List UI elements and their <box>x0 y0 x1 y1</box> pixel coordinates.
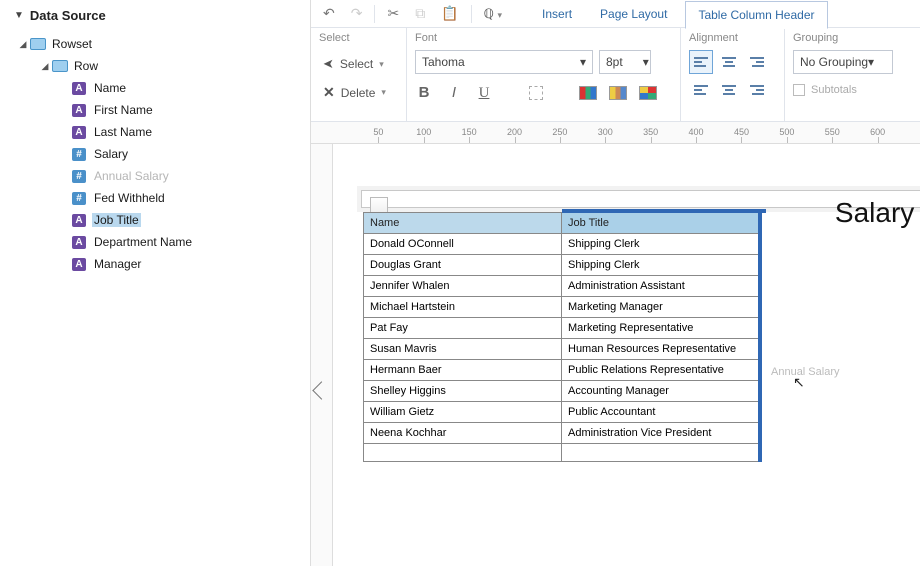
panel-title: ▼ Data Source <box>0 4 310 33</box>
bold-button[interactable]: B <box>415 84 433 102</box>
tree-field-first-name[interactable]: AFirst Name <box>0 99 310 121</box>
report-page: Salary Repo <box>361 190 920 208</box>
tree-field-manager[interactable]: AManager <box>0 253 310 275</box>
tab-table-column-header[interactable]: Table Column Header <box>685 1 827 29</box>
delete-icon: ✕ <box>323 84 335 101</box>
tree-field-name[interactable]: AName <box>0 77 310 99</box>
table-empty-row[interactable] <box>364 444 760 462</box>
number-field-icon: # <box>72 192 86 205</box>
tree-node-row[interactable]: ◢ Row <box>0 55 310 77</box>
text-field-icon: A <box>72 104 86 117</box>
ribbon-group-grouping-title: Grouping <box>793 32 912 44</box>
align-bottom-right[interactable] <box>745 78 769 102</box>
design-canvas[interactable]: 50100150200250300350400450500550600 Sala… <box>311 122 920 566</box>
top-toolbar: ↶ ↷ ✂ ⧉ 📋 ℚ ▾ Insert Page Layout Table C… <box>311 0 920 28</box>
undo-button[interactable]: ↶ <box>319 3 339 24</box>
folder-icon <box>52 60 68 72</box>
table-row[interactable]: Pat FayMarketing Representative <box>364 318 760 339</box>
align-top-center[interactable] <box>717 50 741 74</box>
align-top-left[interactable] <box>689 50 713 74</box>
theme-colors-button[interactable] <box>639 86 657 100</box>
tree-field-last-name[interactable]: ALast Name <box>0 121 310 143</box>
redo-button[interactable]: ↷ <box>347 3 367 24</box>
table-row[interactable]: Jennifer WhalenAdministration Assistant <box>364 276 760 297</box>
ribbon-group-align-title: Alignment <box>689 32 776 44</box>
delete-button[interactable]: ✕ Delete ▾ <box>319 78 398 107</box>
table-row[interactable]: William GietzPublic Accountant <box>364 402 760 423</box>
align-bottom-center[interactable] <box>717 78 741 102</box>
fill-color-button[interactable] <box>609 86 627 100</box>
text-field-icon: A <box>72 236 86 249</box>
table-row[interactable]: Donald OConnellShipping Clerk <box>364 234 760 255</box>
drag-ghost-label: Annual Salary <box>771 366 840 378</box>
font-color-button[interactable] <box>579 86 597 100</box>
text-field-icon: A <box>72 258 86 271</box>
panel-title-text: Data Source <box>30 8 106 23</box>
font-size-select[interactable]: 8pt▾ <box>599 50 651 74</box>
tree-field-fed-withheld[interactable]: #Fed Withheld <box>0 187 310 209</box>
underline-button[interactable]: U <box>475 85 493 102</box>
ribbon-group-font-title: Font <box>415 32 672 44</box>
align-top-right[interactable] <box>745 50 769 74</box>
border-style-button[interactable] <box>529 86 543 100</box>
subtotals-checkbox[interactable]: Subtotals <box>793 84 912 96</box>
copy-button[interactable]: ⧉ <box>411 3 429 24</box>
tree-node-rowset[interactable]: ◢ Rowset <box>0 33 310 55</box>
tree-field-salary[interactable]: #Salary <box>0 143 310 165</box>
report-table[interactable]: Name Job Title Donald OConnellShipping C… <box>363 212 762 462</box>
report-title[interactable]: Salary Repo <box>835 197 920 229</box>
data-source-panel: ▼ Data Source ◢ Rowset ◢ Row ANameAFirst… <box>0 0 311 566</box>
column-header-name[interactable]: Name <box>364 213 562 234</box>
data-source-tree: ◢ Rowset ◢ Row ANameAFirst NameALast Nam… <box>0 33 310 275</box>
text-field-icon: A <box>72 82 86 95</box>
vertical-ruler <box>311 144 333 566</box>
tab-insert[interactable]: Insert <box>532 1 582 27</box>
select-button[interactable]: ➤ Select ▾ <box>319 50 398 78</box>
tab-page-layout[interactable]: Page Layout <box>590 1 677 27</box>
cursor-icon: ➤ <box>323 56 334 72</box>
font-family-select[interactable]: Tahoma▾ <box>415 50 593 74</box>
table-row[interactable]: Susan MavrisHuman Resources Representati… <box>364 339 760 360</box>
table-row[interactable]: Shelley HigginsAccounting Manager <box>364 381 760 402</box>
grouping-select[interactable]: No Grouping▾ <box>793 50 893 74</box>
folder-icon <box>30 38 46 50</box>
ribbon: Select ➤ Select ▾ ✕ Delete ▾ Font Tahoma… <box>311 28 920 122</box>
italic-button[interactable]: I <box>445 84 463 102</box>
ribbon-group-select-title: Select <box>319 32 398 44</box>
align-bottom-left[interactable] <box>689 78 713 102</box>
cut-button[interactable]: ✂ <box>383 3 403 24</box>
horizontal-ruler: 50100150200250300350400450500550600 <box>311 122 920 144</box>
formula-button[interactable]: ℚ ▾ <box>480 4 506 24</box>
table-row[interactable]: Douglas GrantShipping Clerk <box>364 255 760 276</box>
number-field-icon: # <box>72 148 86 161</box>
table-row[interactable]: Michael HartsteinMarketing Manager <box>364 297 760 318</box>
table-row[interactable]: Hermann BaerPublic Relations Representat… <box>364 360 760 381</box>
tree-field-annual-salary[interactable]: #Annual Salary <box>0 165 310 187</box>
column-header-jobtitle[interactable]: Job Title <box>562 213 760 234</box>
collapse-icon[interactable]: ▼ <box>14 10 24 21</box>
number-field-icon: # <box>72 170 86 183</box>
tree-field-department-name[interactable]: ADepartment Name <box>0 231 310 253</box>
text-field-icon: A <box>72 126 86 139</box>
tree-field-job-title[interactable]: AJob Title <box>0 209 310 231</box>
paste-button[interactable]: 📋 <box>437 3 462 24</box>
text-field-icon: A <box>72 214 86 227</box>
table-row[interactable]: Neena KochharAdministration Vice Preside… <box>364 423 760 444</box>
